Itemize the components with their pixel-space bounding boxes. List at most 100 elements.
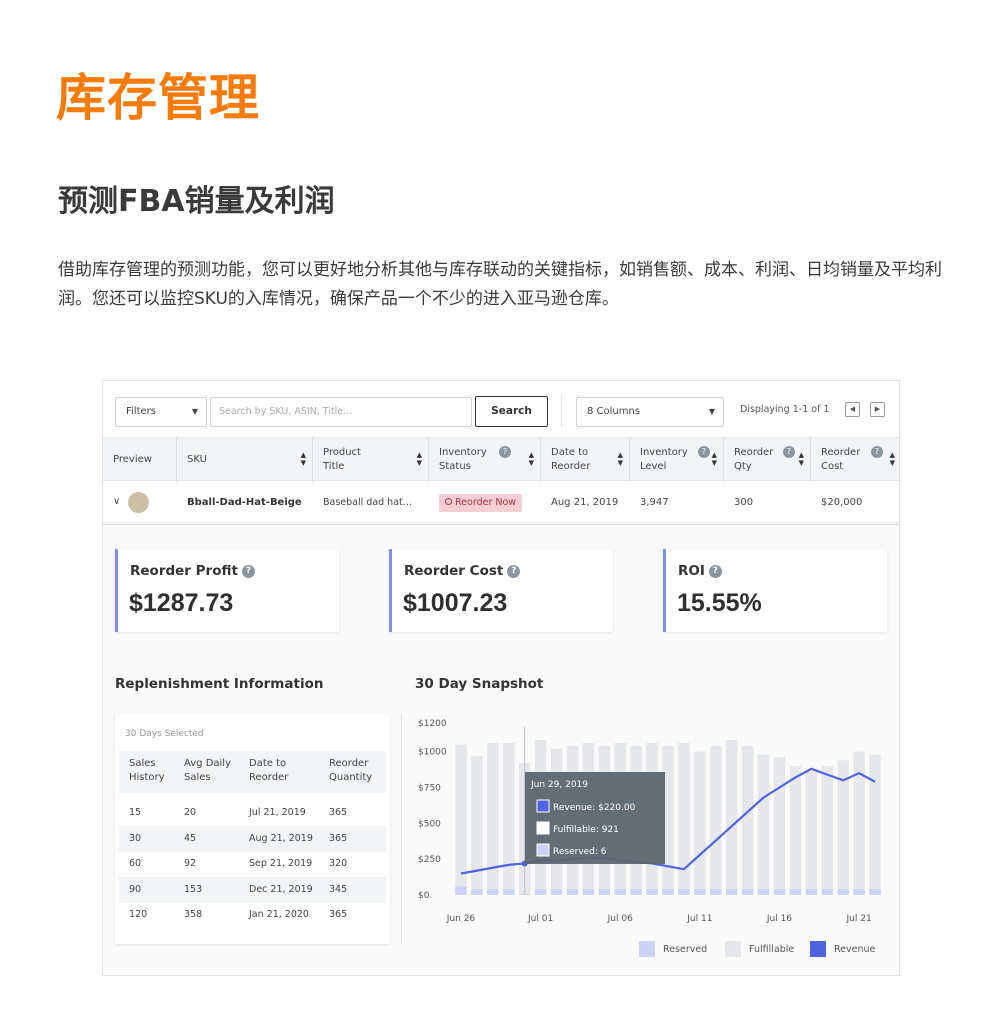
section-subtitle: 预测FBA销量及利润	[58, 184, 335, 219]
kpi-card-reorder-profit: Reorder Profit? $1287.73	[115, 549, 339, 632]
sort-icon[interactable]: ▲ ▼	[301, 451, 306, 467]
legend-item-revenue: Revenue	[810, 941, 875, 957]
legend-item-fulfillable: Fulfillable	[725, 941, 794, 957]
sort-icon[interactable]: ▲ ▼	[890, 451, 895, 467]
help-icon[interactable]: ?	[499, 446, 511, 458]
columns-dropdown[interactable]: 8 Columns ▼	[576, 397, 724, 427]
toolbar: Filters ▼ Search by SKU, ASIN, Title... …	[103, 381, 899, 437]
kpi-label-text: Reorder Profit	[130, 563, 238, 579]
cell-title: Baseball dad hat…	[323, 497, 413, 508]
column-header-inventory-level[interactable]: Inventory Level ? ▲ ▼	[630, 438, 724, 482]
reserved-bar	[614, 889, 626, 895]
sort-icon[interactable]: ▲ ▼	[618, 451, 623, 467]
y-tick-label: $1000	[418, 748, 447, 758]
replenishment-cell: 365	[329, 832, 348, 844]
kpi-label-text: Reorder Cost	[404, 563, 504, 579]
product-thumbnail	[128, 492, 149, 513]
reserved-bar	[869, 889, 881, 895]
next-page-button[interactable]: ▶	[870, 402, 885, 417]
table-row[interactable]: ∨ Bball-Dad-Hat-Beige Baseball dad hat… …	[103, 482, 899, 523]
y-tick-label: $250	[418, 855, 441, 865]
column-header-reorder-qty[interactable]: Reorder Qty ? ▲ ▼	[724, 438, 811, 482]
legend-swatch	[639, 941, 655, 957]
x-tick-label: Jul 21	[846, 914, 872, 924]
pagination-text: Displaying 1-1 of 1	[740, 404, 830, 415]
tooltip-swatch	[536, 843, 550, 857]
reserved-bar	[630, 889, 642, 895]
help-icon[interactable]: ?	[783, 446, 795, 458]
replenishment-cell: 92	[184, 858, 197, 869]
divider	[561, 395, 562, 427]
replenishment-cell: Aug 21, 2019	[249, 832, 313, 844]
fulfillable-bar	[821, 766, 833, 895]
search-input[interactable]: Search by SKU, ASIN, Title...	[210, 397, 472, 427]
column-header-date-to-reorder[interactable]: Date to Reorder ▲ ▼	[541, 438, 630, 482]
reserved-bar	[503, 889, 515, 895]
prev-page-button[interactable]: ◀	[845, 402, 860, 417]
help-icon[interactable]: ?	[698, 446, 710, 458]
replenishment-cell: 320	[329, 858, 348, 869]
help-icon[interactable]: ?	[871, 446, 883, 458]
tooltip-fulfillable: Fulfillable: 921	[553, 825, 619, 835]
reserved-bar	[534, 889, 547, 895]
replenishment-header-cell: Avg Daily Sales	[184, 758, 232, 783]
column-header-label: Inventory Level	[640, 447, 688, 472]
y-tick-label: $1200	[418, 719, 447, 729]
kpi-value: $1007.23	[403, 589, 508, 617]
page-title: 库存管理	[56, 69, 260, 127]
column-header-sku[interactable]: SKU ▲ ▼	[177, 438, 313, 482]
column-header-reorder-cost[interactable]: Reorder Cost ? ▲ ▼	[811, 438, 899, 482]
column-header-label: SKU	[187, 454, 207, 465]
fulfillable-bar	[741, 745, 754, 895]
table-row: 60 92 Sep 21, 2019 320	[119, 851, 386, 877]
kpi-label-text: ROI	[678, 563, 705, 579]
help-icon[interactable]: ?	[507, 564, 521, 578]
replenishment-cell: 30	[129, 832, 142, 844]
replenishment-cell: 365	[329, 909, 348, 920]
status-badge-label: Reorder Now	[455, 497, 517, 508]
x-tick-label: Jul 01	[527, 914, 553, 924]
column-header-label: Date to Reorder	[551, 447, 591, 472]
sort-icon[interactable]: ▲ ▼	[417, 451, 422, 467]
replenishment-cell: 60	[129, 858, 142, 869]
reserved-bar	[471, 889, 483, 895]
column-header-preview[interactable]: Preview	[103, 438, 177, 482]
reserved-bar	[598, 889, 611, 895]
reserved-bar	[741, 889, 754, 895]
column-header-label: Inventory Status	[439, 447, 487, 472]
reserved-bar	[773, 889, 786, 895]
x-tick-label: Jul 11	[686, 914, 712, 924]
sort-icon[interactable]: ▲ ▼	[529, 451, 534, 467]
replenishment-header-cell: Sales History	[129, 758, 165, 783]
fulfillable-bar	[805, 771, 818, 895]
table-row: 120 358 Jan 21, 2020 365	[119, 902, 386, 928]
kpi-label: ROI?	[678, 563, 722, 579]
sort-icon[interactable]: ▲ ▼	[712, 451, 717, 467]
legend-swatch	[810, 941, 826, 957]
column-header-inventory-status[interactable]: Inventory Status ? ▲ ▼	[429, 438, 541, 482]
cell-sku: Bball-Dad-Hat-Beige	[187, 497, 302, 508]
replenishment-table: 30 Days Selected Sales History Avg Daily…	[115, 714, 390, 944]
help-icon[interactable]: ?	[241, 564, 255, 578]
reserved-bar	[678, 889, 690, 895]
cell-date: Aug 21, 2019	[551, 497, 619, 508]
cell-status: Reorder Now	[439, 482, 523, 523]
reserved-bar	[646, 889, 658, 895]
fulfillable-bar	[471, 755, 483, 895]
chevron-down-icon[interactable]: ∨	[113, 496, 120, 507]
column-header-label: Preview	[113, 454, 152, 465]
filters-dropdown[interactable]: Filters ▼	[115, 397, 207, 427]
help-icon[interactable]: ?	[708, 564, 722, 578]
replenishment-header: Sales History Avg Daily Sales Date to Re…	[119, 751, 386, 793]
kpi-value: $1287.73	[129, 589, 234, 617]
tooltip-revenue: Revenue: $220.00	[553, 803, 636, 813]
chevron-left-icon: ◀	[849, 405, 856, 413]
inventory-app-screenshot: Filters ▼ Search by SKU, ASIN, Title... …	[102, 380, 900, 976]
column-header-product-title[interactable]: Product Title ▲ ▼	[313, 438, 429, 482]
tooltip-date: Jun 29, 2019	[530, 780, 588, 790]
search-button[interactable]: Search	[475, 396, 548, 427]
cell-qty: 300	[734, 497, 754, 508]
sort-icon[interactable]: ▲ ▼	[799, 451, 804, 467]
reserved-bar	[694, 889, 706, 895]
kpi-value: 15.55%	[677, 589, 762, 617]
